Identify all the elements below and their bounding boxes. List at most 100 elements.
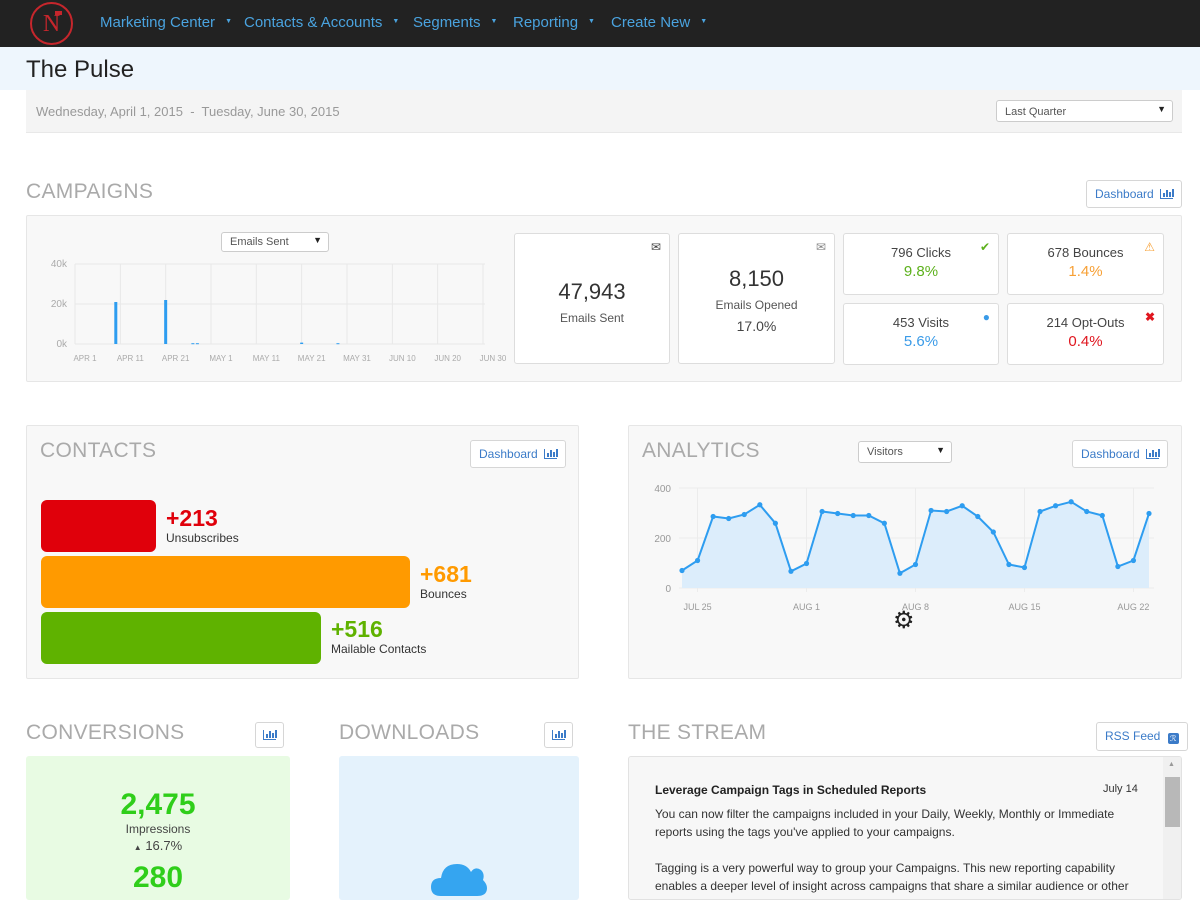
emails-opened-card[interactable]: ✉ 8,150 Emails Opened 17.0% — [678, 233, 835, 364]
caret-down-icon: ▼ — [1157, 104, 1166, 114]
data-point — [803, 560, 810, 567]
impressions-change: ▲ 16.7% — [26, 838, 290, 853]
downloads-chart-button[interactable] — [544, 722, 573, 748]
optouts-pct: 0.4% — [1068, 333, 1103, 350]
data-point — [1130, 557, 1137, 564]
clicks-pct: 9.8% — [903, 263, 939, 280]
conversions-value: 280 — [132, 861, 184, 894]
gear-icon[interactable]: ⚙ — [893, 606, 915, 635]
emails-opened-pct: 17.0% — [736, 318, 777, 334]
top-nav: N Marketing Center ▼ Contacts & Accounts ▼… — [0, 0, 1200, 47]
y-tick-label: 200 — [654, 534, 671, 545]
dashboard-label: Dashboard — [479, 447, 538, 461]
nav-label: Create New — [611, 14, 691, 31]
clicks-card[interactable]: ✔ 796 Clicks 9.8% — [843, 233, 999, 295]
cloud-icon — [431, 864, 487, 896]
caret-down-icon: ▼ — [588, 18, 595, 25]
nav-contacts-accounts[interactable]: Contacts & Accounts ▼ — [244, 14, 399, 31]
date-end: Tuesday, June 30, 2015 — [201, 104, 340, 119]
stream-scrollbar[interactable]: ▲ — [1163, 757, 1181, 899]
x-tick-label: MAY 11 — [253, 354, 281, 363]
data-point — [1021, 564, 1028, 571]
analytics-title: ANALYTICS — [642, 439, 760, 462]
dashboard-label: Dashboard — [1081, 447, 1140, 461]
date-separator: - — [190, 104, 195, 119]
analytics-metric-select[interactable]: Visitors ▼ — [858, 441, 952, 463]
x-tick-label: APR 11 — [117, 354, 145, 363]
x-tick-label: APR 1 — [73, 354, 97, 363]
caret-down-icon: ▼ — [392, 18, 400, 25]
emails-opened-label: Emails Opened — [715, 298, 798, 312]
date-start: Wednesday, April 1, 2015 — [36, 104, 183, 119]
data-point — [757, 502, 763, 508]
x-tick-label: AUG 22 — [1117, 602, 1149, 612]
campaigns-panel: Emails Sent ▼ 0k 20k 40k APR 1 APR 11 APR 21 M… — [26, 215, 1182, 382]
y-tick-label: 40k — [51, 259, 68, 270]
bounces-label: Bounces — [420, 587, 467, 601]
unsubscribes-label: Unsubscribes — [166, 531, 239, 545]
data-point — [772, 520, 778, 526]
data-point — [726, 515, 732, 522]
data-point — [897, 570, 903, 576]
data-point — [1053, 503, 1059, 509]
logo-flag-icon — [55, 11, 62, 15]
data-point — [788, 568, 794, 574]
bounces-label: 678 Bounces — [1047, 245, 1124, 260]
nav-marketing-center[interactable]: Marketing Center ▼ — [100, 14, 232, 31]
stream-item-date: July 14 — [1103, 783, 1138, 795]
emails-sent-card[interactable]: ✉ 47,943 Emails Sent — [514, 233, 670, 364]
impressions-value: 2,475 — [120, 788, 196, 821]
optouts-label: 214 Opt-Outs — [1046, 315, 1125, 330]
visits-pct: 5.6% — [903, 333, 939, 350]
contacts-dashboard-button[interactable]: Dashboard — [470, 440, 566, 468]
analytics-dashboard-button[interactable]: Dashboard — [1072, 440, 1168, 468]
x-tick-label: JUN 10 — [389, 354, 416, 363]
x-tick-label: APR 21 — [162, 354, 190, 363]
campaigns-dashboard-button[interactable]: Dashboard — [1086, 180, 1182, 208]
emails-sent-label: Emails Sent — [559, 311, 625, 325]
optouts-card[interactable]: ✖ 214 Opt-Outs 0.4% — [1007, 303, 1164, 365]
data-point — [741, 511, 747, 518]
period-select[interactable]: Last Quarter ▼ — [996, 100, 1173, 122]
data-point — [1146, 510, 1152, 517]
data-point — [679, 567, 685, 574]
rss-icon: ℛ — [1167, 733, 1179, 744]
scroll-up-arrow-icon[interactable]: ▲ — [1168, 761, 1175, 768]
dashboard-label: Dashboard — [1095, 187, 1154, 201]
stream-item-paragraph: Tagging is a very powerful way to group … — [655, 861, 1129, 893]
bounces-pct: 1.4% — [1068, 263, 1103, 280]
conversions-chart-button[interactable] — [255, 722, 284, 748]
campaigns-title: CAMPAIGNS — [26, 180, 154, 203]
bar-chart-icon — [1145, 449, 1160, 459]
visitors-chart: 0200400JUL 25 AUG 1 AUG 8 AUG 15 AUG 22 — [654, 484, 1154, 612]
contacts-panel: CONTACTS Dashboard +213 Unsubscribes +68… — [26, 425, 579, 679]
mailable-contacts-bar[interactable] — [41, 612, 321, 664]
rss-feed-button[interactable]: RSS Feed ℛ — [1096, 722, 1188, 751]
nav-segments[interactable]: Segments ▼ — [413, 14, 497, 31]
stream-item-paragraph: You can now filter the campaigns include… — [655, 807, 1115, 839]
bounces-bar[interactable] — [41, 556, 410, 608]
envelope-solid-icon: ✉ — [650, 240, 661, 254]
nav-reporting[interactable]: Reporting ▼ — [513, 14, 595, 31]
nav-label: Contacts & Accounts — [244, 14, 383, 31]
stream-item-title[interactable]: Leverage Campaign Tags in Scheduled Repo… — [655, 783, 926, 797]
logo[interactable]: N — [30, 2, 73, 45]
x-tick-label: JUN 20 — [434, 354, 461, 363]
x-tick-label: AUG 1 — [793, 602, 820, 612]
bar — [195, 343, 199, 345]
data-point — [975, 513, 981, 520]
unsubscribes-bar[interactable] — [41, 500, 156, 552]
analytics-metric-value: Visitors — [867, 446, 903, 458]
visits-label: 453 Visits — [892, 315, 950, 330]
period-select-value: Last Quarter — [1005, 106, 1067, 118]
nav-create-new[interactable]: Create New ▼ — [611, 14, 707, 31]
data-point — [990, 529, 996, 535]
visits-card[interactable]: ● 453 Visits 5.6% — [843, 303, 999, 365]
bounces-card[interactable]: ⚠ 678 Bounces 1.4% — [1007, 233, 1164, 295]
data-point — [835, 510, 841, 517]
bar — [114, 302, 118, 344]
scroll-thumb[interactable] — [1165, 777, 1180, 827]
data-point — [694, 557, 701, 564]
stream-feed: Leverage Campaign Tags in Scheduled Repo… — [628, 756, 1182, 900]
bar-chart-icon — [1159, 189, 1174, 199]
